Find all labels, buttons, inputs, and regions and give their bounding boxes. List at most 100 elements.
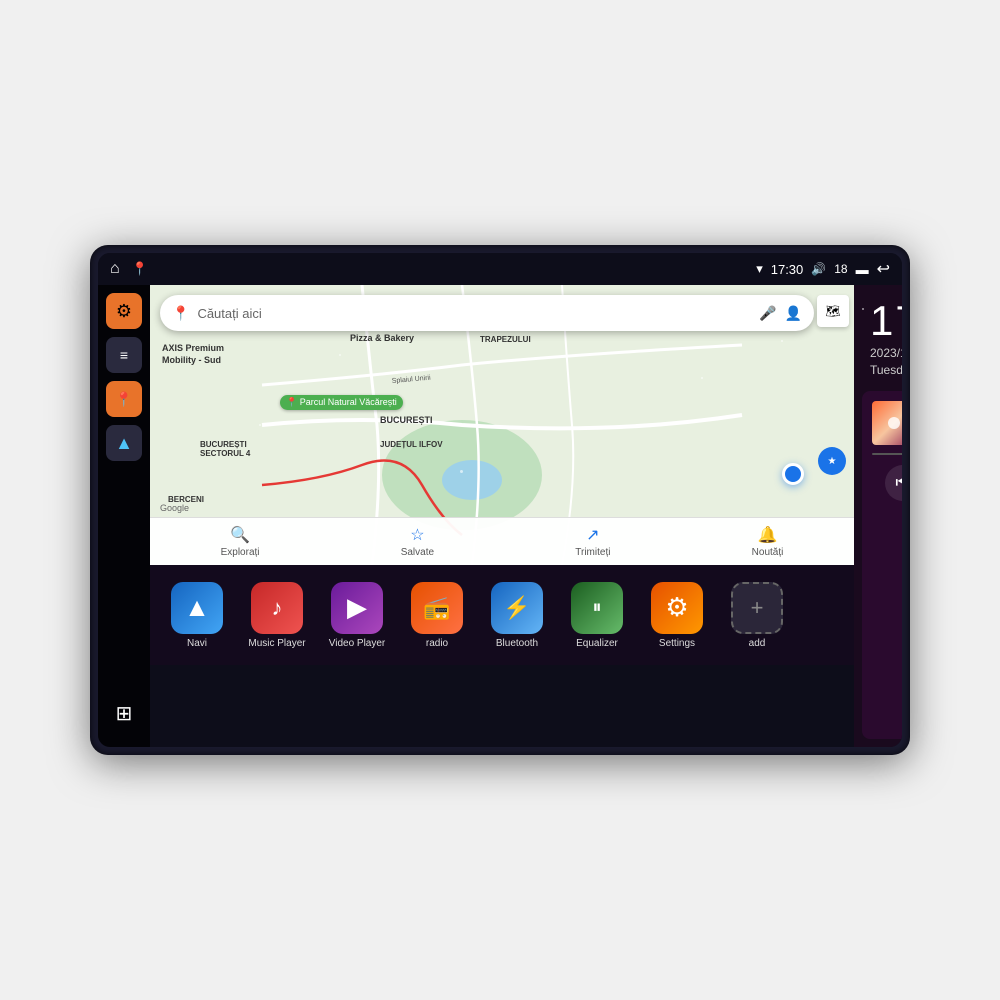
star-nav-icon: ★ [828, 456, 837, 467]
explore-icon: 🔍 [230, 525, 250, 545]
bluetooth-icon: ⚡ [491, 582, 543, 634]
wifi-icon: ▾ [756, 261, 763, 277]
map-bottom-nav: 🔍 Explorați ☆ Salvate ↗ Trimiteți [150, 517, 854, 565]
map-label-buc: BUCUREȘTI [380, 415, 433, 425]
app-navi[interactable]: ▲ Navi [160, 582, 234, 649]
sidebar-item-navi[interactable]: ▲ [106, 425, 142, 461]
status-time: 17:30 [771, 262, 804, 277]
app-radio[interactable]: 📻 radio [400, 582, 474, 649]
sidebar-item-grid[interactable]: ⊞ [106, 695, 142, 731]
main-area: ⚙ ≡ 📍 ▲ ⊞ [98, 285, 902, 747]
prev-button[interactable]: ⏮ [885, 465, 902, 501]
map-search-bar[interactable]: 📍 Căutați aici 🎤 👤 [160, 295, 814, 331]
music-player-label: Music Player [248, 638, 305, 649]
back-icon[interactable]: ↩ [877, 259, 890, 279]
app-video-player[interactable]: ▶ Video Player [320, 582, 394, 649]
status-left: ⌂ 📍 [110, 260, 148, 278]
map-area[interactable]: Splaiul Unirii AXIS PremiumMobility - Su… [150, 285, 854, 565]
prev-icon: ⏮ [895, 474, 902, 492]
apps-grid: ▲ Navi ♪ Music Player ▶ Vid [150, 565, 854, 665]
sidebar-item-settings[interactable]: ⚙ [106, 293, 142, 329]
navi-icon: ▲ [171, 582, 223, 634]
explore-label: Explorați [221, 547, 260, 558]
radio-wave-icon: 📻 [423, 595, 450, 621]
home-icon[interactable]: ⌂ [110, 260, 120, 278]
add-icon: + [731, 582, 783, 634]
music-info: Lost Frequencies_Janie... Unknown [872, 401, 902, 445]
app-equalizer[interactable]: ⏸ Equalizer [560, 582, 634, 649]
navigate-icon: ▲ [115, 433, 133, 454]
sidebar: ⚙ ≡ 📍 ▲ ⊞ [98, 285, 150, 747]
map-nav-send[interactable]: ↗ Trimiteți [575, 525, 610, 558]
maps-status-icon[interactable]: 📍 [132, 261, 148, 277]
gear-icon: ⚙ [116, 301, 132, 322]
map-nav-button[interactable]: ★ [818, 447, 846, 475]
video-icon: ▶ [331, 582, 383, 634]
clock-date: 2023/12/12 Tuesday [870, 345, 902, 379]
clock-section: 17:30 2023/12/12 Tuesday [854, 285, 902, 391]
equalizer-icon: ⏸ [571, 582, 623, 634]
map-nav-news[interactable]: 🔔 Noutăți [752, 525, 784, 558]
clock-time: 17:30 [870, 297, 902, 345]
music-thumbnail [872, 401, 902, 445]
layers-icon: 🗺 [825, 304, 840, 318]
radio-label: radio [426, 638, 448, 649]
add-label: add [749, 638, 766, 649]
map-nav-saved[interactable]: ☆ Salvate [401, 525, 434, 558]
svg-text:Splaiul Unirii: Splaiul Unirii [392, 375, 432, 385]
eq-bars-icon: ⏸ [593, 597, 602, 618]
sidebar-item-folder[interactable]: ≡ [106, 337, 142, 373]
send-icon: ↗ [586, 525, 599, 545]
settings-icon: ⚙ [651, 582, 703, 634]
navi-arrow-icon: ▲ [184, 592, 210, 623]
screen: ⌂ 📍 ▾ 17:30 🔊 18 ▬ ↩ ⚙ ≡ [98, 253, 902, 747]
map-layers-button[interactable]: 🗺 [817, 295, 849, 327]
settings-gear-icon: ⚙ [665, 592, 688, 623]
video-player-label: Video Player [329, 638, 386, 649]
volume-icon: 🔊 [811, 262, 826, 276]
app-music-player[interactable]: ♪ Music Player [240, 582, 314, 649]
radio-icon: 📻 [411, 582, 463, 634]
map-pin-icon: 📍 [115, 391, 132, 408]
news-label: Noutăți [752, 547, 784, 558]
map-label-buc-s4: BUCUREȘTISECTORUL 4 [200, 440, 250, 458]
map-pin-park[interactable]: 📍 Parcul Natural Văcărești [280, 395, 403, 410]
music-section: Lost Frequencies_Janie... Unknown ⏮ ⏸ [862, 391, 902, 739]
plus-icon: + [751, 595, 764, 621]
status-right: ▾ 17:30 🔊 18 ▬ ↩ [756, 259, 890, 279]
equalizer-label: Equalizer [576, 638, 618, 649]
bluetooth-label: Bluetooth [496, 638, 538, 649]
google-maps-pin-icon: 📍 [172, 305, 189, 322]
mic-icon[interactable]: 🎤 [759, 305, 776, 322]
google-logo: Google [160, 503, 189, 513]
map-label-axis: AXIS PremiumMobility - Sud [162, 343, 224, 366]
music-controls: ⏮ ⏸ ⏭ [872, 465, 902, 501]
sidebar-item-maps[interactable]: 📍 [106, 381, 142, 417]
current-location-marker [782, 463, 804, 485]
map-label-trap: TRAPEZULUI [480, 335, 531, 344]
app-bluetooth[interactable]: ⚡ Bluetooth [480, 582, 554, 649]
send-label: Trimiteți [575, 547, 610, 558]
map-nav-explore[interactable]: 🔍 Explorați [221, 525, 260, 558]
map-label-pizza: Pizza & Bakery [350, 333, 414, 343]
folder-icon: ≡ [120, 347, 128, 363]
saved-icon: ☆ [410, 525, 424, 545]
saved-label: Salvate [401, 547, 434, 558]
app-add[interactable]: + add [720, 582, 794, 649]
right-panel: 17:30 2023/12/12 Tuesday Lost Frequencie… [854, 285, 902, 747]
device: ⌂ 📍 ▾ 17:30 🔊 18 ▬ ↩ ⚙ ≡ [90, 245, 910, 755]
map-search-text: Căutați aici [197, 306, 751, 321]
status-bar: ⌂ 📍 ▾ 17:30 🔊 18 ▬ ↩ [98, 253, 902, 285]
map-background: Splaiul Unirii AXIS PremiumMobility - Su… [150, 285, 854, 565]
account-icon[interactable]: 👤 [785, 305, 802, 322]
navi-label: Navi [187, 638, 207, 649]
grid-icon: ⊞ [116, 701, 133, 726]
battery-number: 18 [834, 262, 847, 276]
bluetooth-symbol-icon: ⚡ [503, 595, 530, 621]
settings-label: Settings [659, 638, 695, 649]
app-settings[interactable]: ⚙ Settings [640, 582, 714, 649]
music-progress-bar[interactable] [872, 453, 902, 455]
map-label-ilfov: JUDEȚUL ILFOV [380, 440, 443, 449]
park-pin-icon: 📍 [286, 397, 297, 407]
news-icon: 🔔 [758, 525, 778, 545]
